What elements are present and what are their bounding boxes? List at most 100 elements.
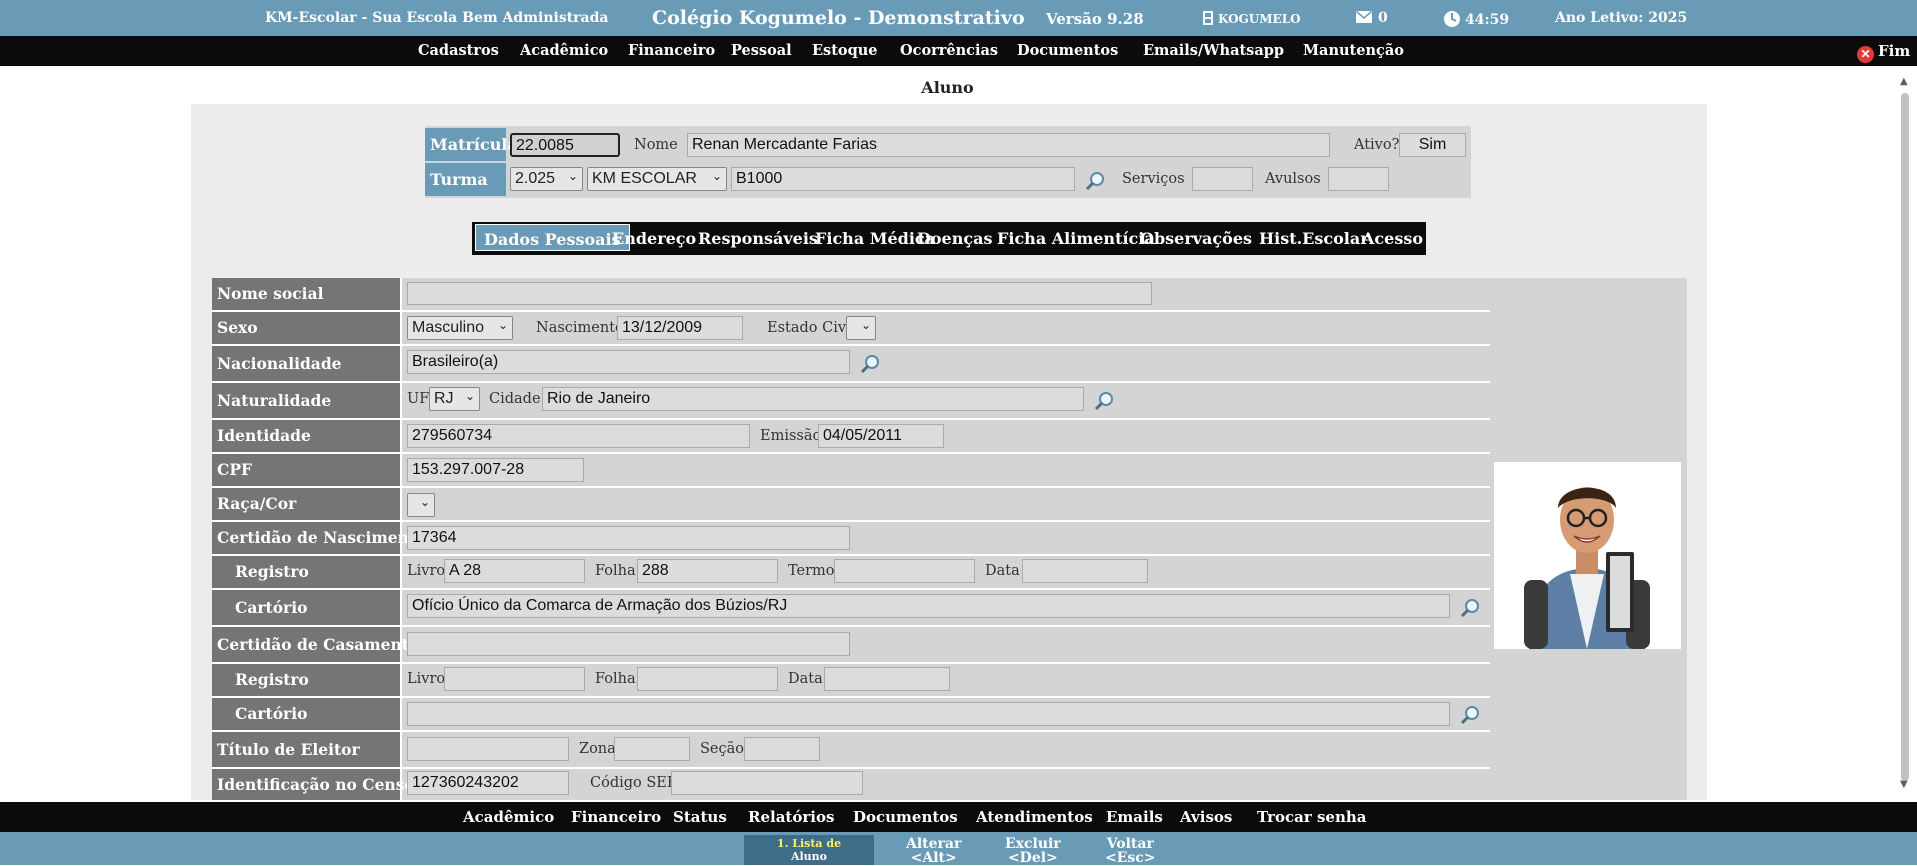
list-button-line2: Aluno [790,850,828,863]
turma-input[interactable]: B1000 [731,167,1075,191]
menu-estoque[interactable]: Estoque [812,42,878,59]
emissao-input[interactable]: 04/05/2011 [818,424,944,448]
cidade-input[interactable]: Rio de Janeiro [542,387,1084,411]
tab-ficha-alimenticia[interactable]: Ficha Alimentícia [997,229,1155,248]
nome-social-label: Nome social [212,278,402,310]
excluir-label: Excluir [1005,836,1061,852]
chevron-down-icon: ⌄ [464,389,475,403]
cas-livro-input[interactable] [444,667,585,691]
clock-value: 44:59 [1465,12,1510,28]
sexo-select[interactable]: Masculino ⌄ [407,316,513,340]
secao-input[interactable] [744,737,820,761]
tab-acesso[interactable]: Acesso [1362,229,1423,248]
nome-input[interactable]: Renan Mercadante Farias [687,133,1330,157]
tab-observacoes[interactable]: Observações [1140,229,1252,248]
list-students-button[interactable]: 1. Lista de Aluno [744,835,874,865]
menu-emails-whatsapp[interactable]: Emails/Whatsapp [1143,42,1284,59]
nome-label: Nome [634,137,678,153]
codigo-see-input[interactable] [671,771,863,795]
menu-manutencao[interactable]: Manutenção [1303,42,1404,59]
curso-select[interactable]: KM ESCOLAR ⌄ [587,167,727,191]
tab-responsaveis[interactable]: Responsáveis [698,229,818,248]
estado-civil-label: Estado Civil [767,320,856,336]
alterar-button[interactable]: Alterar <Alt> [906,837,961,865]
bottom-academico[interactable]: Acadêmico [463,808,554,826]
avulsos-input[interactable] [1328,167,1389,191]
livro-input[interactable]: A 28 [444,559,585,583]
bottom-trocar-senha[interactable]: Trocar senha [1257,808,1366,826]
menu-cadastros[interactable]: Cadastros [418,42,499,59]
cas-cartorio-input[interactable] [407,702,1450,726]
vertical-scrollbar[interactable]: ▲ ▼ [1900,75,1911,790]
ativo-field[interactable]: Sim [1399,133,1466,157]
identidade-label: Identidade [212,420,402,452]
row-nome-social: Nome social [212,278,1490,312]
censo-input[interactable]: 127360243202 [407,771,569,795]
menu-financeiro[interactable]: Financeiro [628,42,715,59]
cert-cas-label: Certidão de Casamento [212,627,419,662]
menu-pessoal[interactable]: Pessoal [731,42,792,59]
search-icon[interactable] [1085,171,1105,191]
cas-folha-input[interactable] [637,667,778,691]
menu-documentos[interactable]: Documentos [1017,42,1118,59]
nome-social-input[interactable] [407,282,1152,305]
exit-button[interactable]: ✕ Fim [1857,42,1910,63]
uf-select[interactable]: RJ ⌄ [429,387,480,411]
ano-select[interactable]: 2.025 ⌄ [510,167,583,191]
uf-value: RJ [434,390,454,407]
tab-hist-escolar[interactable]: Hist.Escolar [1259,229,1369,248]
bottom-avisos[interactable]: Avisos [1180,808,1232,826]
chevron-down-icon: ⌄ [711,169,722,183]
cartorio-label: Cartório [212,590,402,625]
menu-ocorrencias[interactable]: Ocorrências [900,42,998,59]
servicos-input[interactable] [1192,167,1253,191]
raca-select[interactable]: ⌄ [407,493,435,517]
avulsos-label: Avulsos [1265,171,1321,187]
folha-input[interactable]: 288 [637,559,778,583]
scroll-up-icon[interactable]: ▲ [1900,77,1908,87]
zona-input[interactable] [614,737,690,761]
search-icon[interactable] [1094,391,1114,411]
estado-civil-select[interactable]: ⌄ [846,316,876,340]
cert-cas-input[interactable] [407,632,850,656]
search-icon[interactable] [1460,598,1480,618]
titulo-input[interactable] [407,737,569,761]
cas-data-input[interactable] [824,667,950,691]
matricula-input[interactable]: 22.0085 [510,133,620,157]
scroll-thumb[interactable] [1901,93,1909,781]
bottom-atendimentos[interactable]: Atendimentos [976,808,1093,826]
excluir-button[interactable]: Excluir <Del> [1005,837,1061,865]
messages-indicator[interactable]: 0 [1356,10,1388,26]
row-certidao-nascimento: Certidão de Nascimento 17364 [212,522,1490,556]
bottom-emails[interactable]: Emails [1106,808,1163,826]
menu-academico[interactable]: Acadêmico [520,42,608,59]
student-photo[interactable] [1494,462,1681,649]
search-icon[interactable] [860,354,880,374]
bottom-documentos[interactable]: Documentos [853,808,958,826]
termo-input[interactable] [834,559,975,583]
nascimento-input[interactable]: 13/12/2009 [617,316,743,340]
identidade-input[interactable]: 279560734 [407,424,750,448]
scroll-down-icon[interactable]: ▼ [1900,780,1908,790]
row-cartorio: Cartório Ofício Único da Comarca de Arma… [212,590,1490,627]
data-input[interactable] [1022,559,1148,583]
ano-value: 2.025 [515,170,556,187]
tab-doencas[interactable]: Doenças [917,229,992,248]
row-titulo-eleitor: Título de Eleitor Zona Seção [212,732,1490,769]
row-cpf: CPF 153.297.007-28 [212,454,1490,488]
cert-nasc-input[interactable]: 17364 [407,526,850,550]
cpf-input[interactable]: 153.297.007-28 [407,458,584,482]
cas-cartorio-label: Cartório [212,698,402,730]
nacionalidade-input[interactable]: Brasileiro(a) [407,350,850,374]
cartorio-input[interactable]: Ofício Único da Comarca de Armação dos B… [407,594,1450,618]
user-indicator[interactable]: KOGUMELO [1201,10,1301,27]
uf-label: UF [407,391,430,407]
bottom-status[interactable]: Status [673,808,727,826]
bottom-financeiro[interactable]: Financeiro [571,808,661,826]
nacionalidade-label: Nacionalidade [212,346,402,381]
tab-dados-pessoais[interactable]: Dados Pessoais [475,224,630,251]
tab-endereco[interactable]: Endereço [612,229,696,248]
search-icon[interactable] [1460,705,1480,725]
bottom-relatorios[interactable]: Relatórios [748,808,834,826]
voltar-button[interactable]: Voltar <Esc> [1105,837,1156,865]
